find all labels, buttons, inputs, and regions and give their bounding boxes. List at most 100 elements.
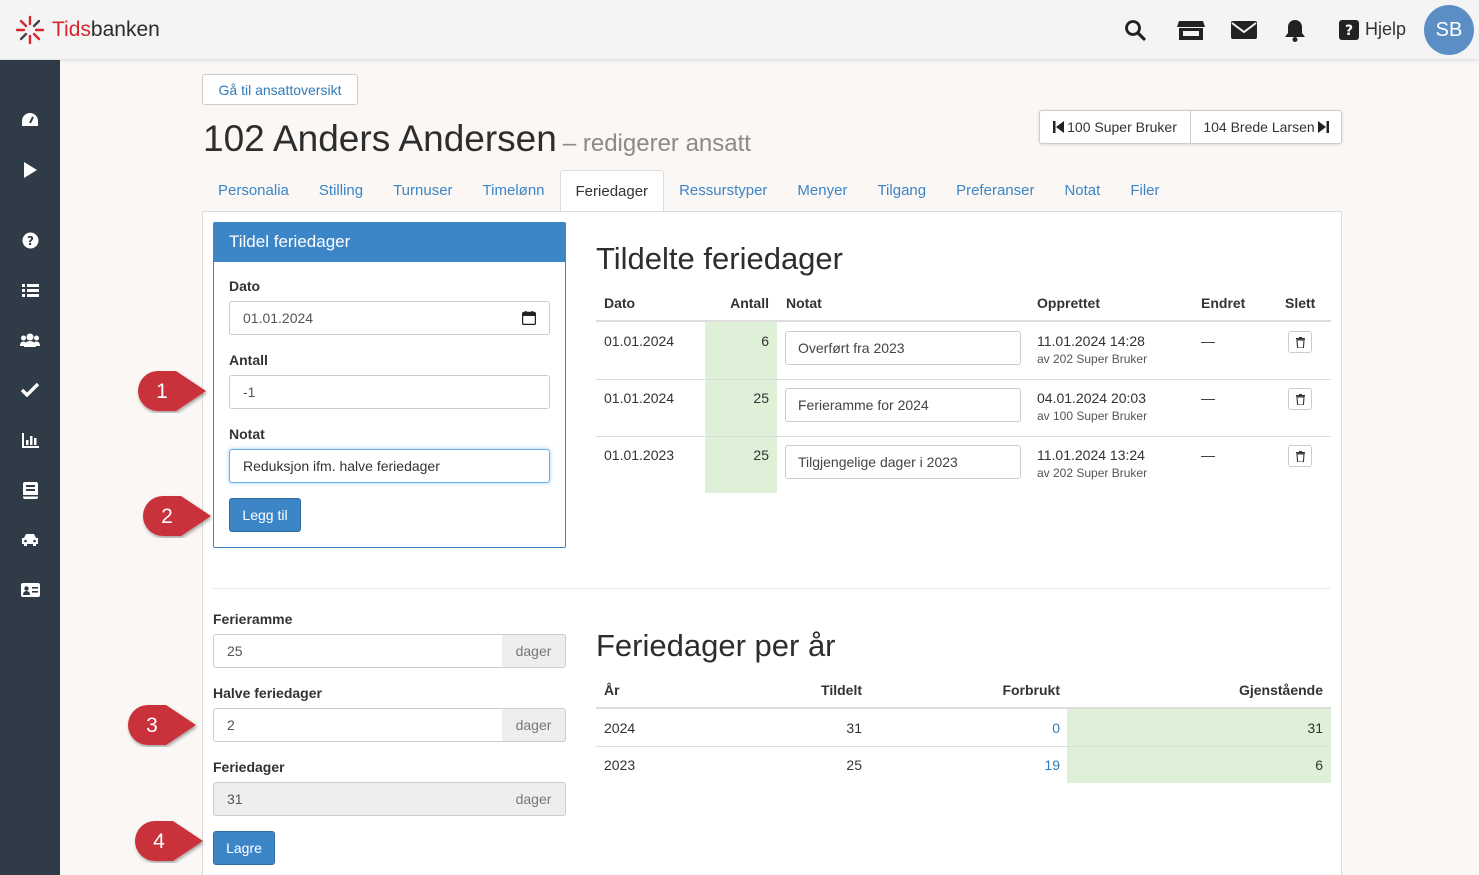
col-year: År — [604, 682, 620, 698]
store-icon[interactable] — [1176, 17, 1206, 43]
help-link[interactable]: Hjelp — [1365, 19, 1406, 40]
table-row-remaining: 6 — [1315, 757, 1323, 773]
table-row-changed: — — [1201, 390, 1215, 406]
table-row-year: 2024 — [604, 720, 636, 736]
svg-text:1: 1 — [156, 380, 168, 403]
question-icon[interactable]: ? — [1336, 17, 1362, 43]
logo-text: Tidsbanken — [52, 18, 160, 41]
step-backward-icon — [1053, 121, 1065, 133]
logo-mark-icon — [15, 15, 45, 45]
logo[interactable]: Tidsbanken — [14, 14, 160, 46]
save-button[interactable]: Lagre — [213, 831, 275, 865]
sidebar: ? — [0, 60, 60, 875]
back-to-overview-button[interactable]: Gå til ansattoversikt — [202, 74, 358, 105]
next-employee-button[interactable]: 104 Brede Larsen — [1190, 111, 1341, 143]
svg-text:2: 2 — [161, 505, 173, 528]
table-row-note-input[interactable]: Tilgjengelige dager i 2023 — [785, 445, 1021, 479]
tab-filer[interactable]: Filer — [1115, 170, 1174, 212]
table-row-used-link[interactable]: 19 — [950, 757, 1060, 773]
search-icon[interactable] — [1122, 17, 1148, 43]
frame-input[interactable]: 25 — [213, 634, 503, 668]
half-days-unit: dager — [502, 708, 566, 742]
col-used: Forbrukt — [1002, 682, 1060, 698]
date-label: Dato — [229, 278, 261, 294]
vacation-days-input: 31 — [213, 782, 503, 816]
per-year-heading: Feriedager per år — [596, 628, 836, 663]
table-row-amount: 25 — [753, 390, 769, 406]
check-icon[interactable] — [20, 380, 40, 400]
tab-preferanser[interactable]: Preferanser — [941, 170, 1049, 212]
trash-icon — [1295, 393, 1305, 405]
svg-text:?: ? — [27, 234, 34, 248]
vacation-days-label: Feriedager — [213, 759, 285, 775]
tab-notat[interactable]: Notat — [1049, 170, 1115, 212]
book-icon[interactable] — [20, 480, 40, 500]
bar-chart-icon[interactable] — [20, 430, 40, 450]
tab-menyer[interactable]: Menyer — [782, 170, 862, 212]
col-date: Dato — [604, 295, 636, 311]
trash-icon — [1295, 336, 1305, 348]
tab-personalia[interactable]: Personalia — [203, 170, 304, 212]
table-row-note-input[interactable]: Ferieramme for 2024 — [785, 388, 1021, 422]
add-button[interactable]: Legg til — [229, 498, 301, 532]
employee-tabs: Personalia Stilling Turnuser Timelønn Fe… — [203, 170, 1175, 213]
table-row-amount: 6 — [761, 333, 769, 349]
users-icon[interactable] — [20, 330, 40, 350]
table-row-date: 01.01.2024 — [604, 333, 675, 349]
callout-marker-1: 1 — [138, 371, 206, 411]
amount-label: Antall — [229, 352, 268, 368]
list-icon[interactable] — [20, 280, 40, 300]
col-delete: Slett — [1285, 295, 1316, 311]
vacation-days-unit: dager — [502, 782, 566, 816]
note-input[interactable]: Reduksjon ifm. halve feriedager — [229, 449, 550, 483]
frame-label: Ferieramme — [213, 611, 293, 627]
table-row-date: 01.01.2023 — [604, 447, 675, 463]
tab-tilgang[interactable]: Tilgang — [862, 170, 941, 212]
col-amount: Antall — [730, 295, 769, 311]
svg-text:4: 4 — [153, 830, 165, 853]
frame-unit: dager — [502, 634, 566, 668]
table-row-remaining: 31 — [1307, 720, 1323, 736]
help-circle-icon[interactable]: ? — [20, 230, 40, 250]
avatar[interactable]: SB — [1424, 5, 1474, 55]
half-days-input[interactable]: 2 — [213, 708, 503, 742]
col-assigned: Tildelt — [821, 682, 862, 698]
table-row-created: 11.01.2024 13:24 av 202 Super Bruker — [1037, 447, 1148, 480]
table-row-created: 04.01.2024 20:03 av 100 Super Bruker — [1037, 390, 1148, 423]
top-bar: Tidsbanken ? Hjelp SB — [0, 0, 1479, 60]
date-input[interactable]: 01.01.2024 — [229, 301, 550, 335]
table-row-assigned: 25 — [846, 757, 862, 773]
row-divider — [596, 746, 1331, 747]
dashboard-icon[interactable] — [20, 110, 40, 130]
calendar-icon[interactable] — [522, 311, 536, 325]
trash-icon — [1295, 450, 1305, 462]
tab-timelonn[interactable]: Timelønn — [468, 170, 560, 212]
svg-text:3: 3 — [146, 714, 158, 737]
col-note: Notat — [786, 295, 822, 311]
half-days-label: Halve feriedager — [213, 685, 322, 701]
table-row-used-link[interactable]: 0 — [950, 720, 1060, 736]
tab-ressurstyper[interactable]: Ressurstyper — [664, 170, 782, 212]
table-row-year: 2023 — [604, 757, 636, 773]
note-label: Notat — [229, 426, 265, 442]
svg-text:?: ? — [1345, 23, 1353, 39]
play-icon[interactable] — [20, 160, 40, 180]
amount-input[interactable]: -1 — [229, 375, 550, 409]
section-divider — [213, 588, 1330, 589]
table-row-date: 01.01.2024 — [604, 390, 675, 406]
mail-icon[interactable] — [1230, 17, 1258, 43]
delete-row-button[interactable] — [1288, 445, 1312, 467]
tab-stilling[interactable]: Stilling — [304, 170, 378, 212]
tab-turnuser[interactable]: Turnuser — [378, 170, 467, 212]
delete-row-button[interactable] — [1288, 388, 1312, 410]
delete-row-button[interactable] — [1288, 331, 1312, 353]
car-icon[interactable] — [20, 530, 40, 550]
tab-feriedager[interactable]: Feriedager — [559, 170, 665, 213]
prev-employee-button[interactable]: 100 Super Bruker — [1040, 111, 1190, 143]
id-card-icon[interactable] — [20, 580, 40, 600]
assigned-heading: Tildelte feriedager — [596, 241, 843, 276]
bell-icon[interactable] — [1282, 17, 1308, 43]
callout-marker-3: 3 — [128, 705, 196, 745]
table-row-amount: 25 — [753, 447, 769, 463]
table-row-note-input[interactable]: Overført fra 2023 — [785, 331, 1021, 365]
